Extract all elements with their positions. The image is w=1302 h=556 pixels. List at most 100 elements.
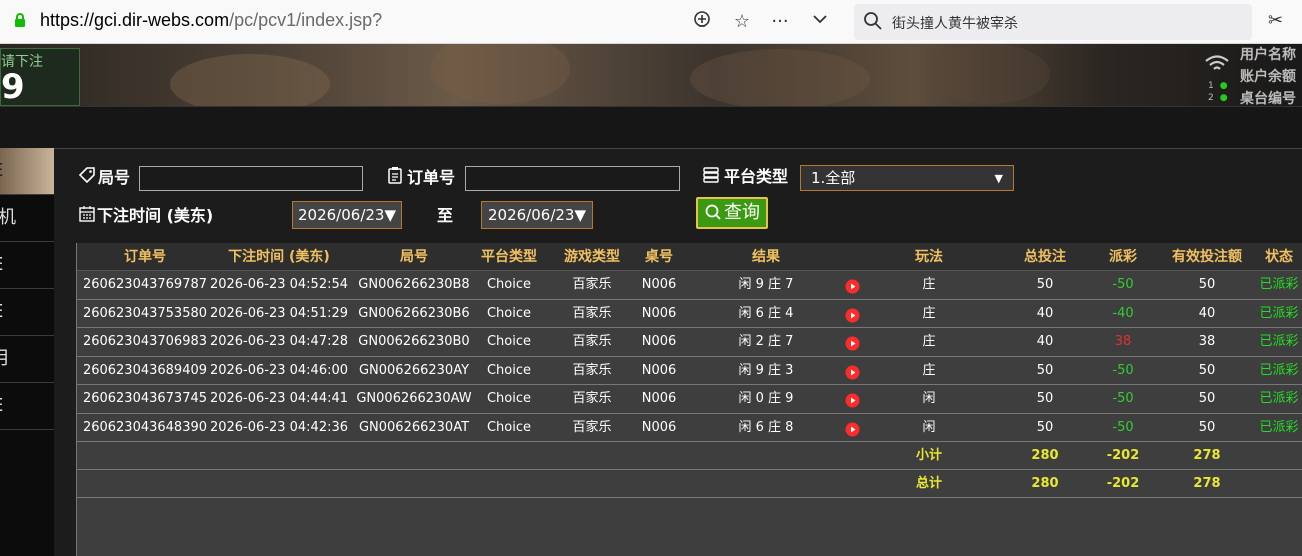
order-number-input[interactable] [465,166,680,191]
add-extension-icon[interactable] [690,10,714,34]
table-row: 260623043689409 2026-06-23 04:46:00 GN0062… [77,357,1302,385]
cell-order: 260623043648390 [82,419,208,435]
cell-platform: Choice [486,391,532,406]
cell-play: 庄 [922,362,936,378]
caret-down-icon: ▼ [994,172,1003,185]
table-row: 260623043706983 2026-06-23 04:47:28 GN0062… [77,328,1302,357]
scissors-icon[interactable]: ✂ [1268,10,1283,31]
cell-table: N006 [641,277,677,292]
cell-play: 闲 [922,419,936,435]
cell-time: 2026-06-23 04:51:29 [209,305,349,321]
cell-game: 百家乐 [572,419,612,435]
date-to-picker[interactable]: 2026/06/23▼ [481,201,593,229]
cell-status: 已派彩 [1259,277,1299,292]
calendar-icon [79,206,95,222]
address-bar[interactable]: https://gci.dir-webs.com/pc/pcv1/index.j… [40,10,382,31]
side-item-label: 月 [0,348,10,369]
cell-round: GN006266230AT [358,419,470,435]
side-item-5[interactable]: 月 [0,336,54,383]
subtotal-payout: -202 [1106,448,1140,463]
cell-round: GN006266230B6 [358,305,470,321]
col-replay [846,243,860,271]
cell-status: 已派彩 [1259,362,1299,378]
platform-type-select[interactable]: 1.全部 ▼ [800,165,1014,191]
cell-result: 闲 6 庄 4 [738,305,794,321]
cell-round: GN006266230AW [356,391,472,406]
side-item-label: E [0,254,3,275]
replay-video-icon[interactable] [845,365,860,380]
cell-bet: 50 [1036,419,1054,435]
cell-game: 百家乐 [572,362,612,378]
cell-result: 闲 2 庄 7 [738,334,794,349]
replay-video-icon[interactable] [845,308,860,323]
cell-game: 百家乐 [572,277,612,292]
cell-round: GN006266230B0 [358,334,470,349]
total-row: 总计 280 -202 278 [77,470,1302,498]
col-total-bet: 总投注 [1024,249,1066,265]
cell-play: 庄 [922,277,936,292]
side-item-3[interactable]: E [0,242,54,289]
replay-video-icon[interactable] [845,336,860,351]
subtotal-bet: 280 [1031,448,1059,463]
cell-bet: 40 [1036,334,1054,349]
cell-result: 闲 0 庄 9 [738,391,794,406]
cell-valid: 50 [1198,277,1216,292]
side-item-6[interactable]: E [0,383,54,430]
cell-game: 百家乐 [572,305,612,321]
cell-table: N006 [641,419,677,435]
subtotal-row: 小计 280 -202 278 [77,442,1302,470]
total-payout: -202 [1106,476,1140,491]
date-from-picker[interactable]: 2026/06/23▼ [292,201,402,229]
side-item-bet-record[interactable]: E [0,148,54,195]
col-game: 游戏类型 [564,249,620,265]
table-row: 260623043648390 2026-06-23 04:42:36 GN0062… [77,414,1302,442]
cell-platform: Choice [486,419,532,435]
chevron-down-icon[interactable] [808,10,832,34]
platform-selected-value: 1.全部 [811,169,856,187]
total-label: 总计 [915,476,942,491]
dot-label: 1 [1208,81,1214,91]
balance-label: 账户余额 [1240,69,1296,85]
side-item-4[interactable]: E [0,289,54,336]
side-item-2[interactable]: 机 [0,195,54,242]
cell-payout: -50 [1112,419,1134,435]
tag-icon [78,167,95,184]
cell-order: 260623043673745 [82,391,208,406]
cell-platform: Choice [486,305,532,321]
cell-order: 260623043769787 [82,277,208,292]
side-item-label: E [0,301,3,322]
side-item-label: E [0,395,3,416]
url-path: /pc/pcv1/index.jsp? [229,10,383,30]
cell-table: N006 [641,334,677,349]
col-time: 下注时间 (美东) [228,249,330,265]
cell-play: 庄 [922,334,936,349]
browser-search-box[interactable]: 街头撞人黄牛被宰杀 [854,4,1252,40]
query-button[interactable]: 查询 [696,197,768,229]
col-status: 状态 [1265,249,1293,265]
more-actions-icon[interactable]: ··· [768,10,792,34]
cell-payout: -50 [1112,362,1134,378]
table-row: 260623043753580 2026-06-23 04:51:29 GN0062… [77,300,1302,328]
cell-valid: 38 [1198,334,1216,349]
replay-video-icon[interactable] [845,422,860,437]
cell-bet: 50 [1036,391,1054,406]
cell-time: 2026-06-23 04:52:54 [209,277,349,292]
cell-payout: -50 [1112,277,1134,292]
table-row: 260623043769787 2026-06-23 04:52:54 GN0062… [77,271,1302,300]
cell-time: 2026-06-23 04:47:28 [209,334,349,349]
replay-video-icon[interactable] [845,393,860,408]
cell-result: 闲 9 庄 7 [738,277,794,292]
bet-countdown-badge: 请下注 9 [0,48,80,107]
cell-result: 闲 9 庄 3 [738,362,794,378]
bookmark-star-icon[interactable]: ☆ [730,10,754,34]
round-number-input[interactable] [139,166,363,191]
user-info-panel: 用户名称 账户余额 桌台编号 [1240,44,1296,110]
bet-time-label: 下注时间 (美东) [97,206,214,225]
date-to-label: 至 [437,206,454,225]
cell-bet: 50 [1036,362,1054,378]
cell-game: 百家乐 [572,334,612,349]
side-item-label: 机 [0,207,16,228]
round-number-label: 局号 [98,168,131,187]
replay-video-icon[interactable] [845,279,860,294]
search-icon [705,204,721,220]
